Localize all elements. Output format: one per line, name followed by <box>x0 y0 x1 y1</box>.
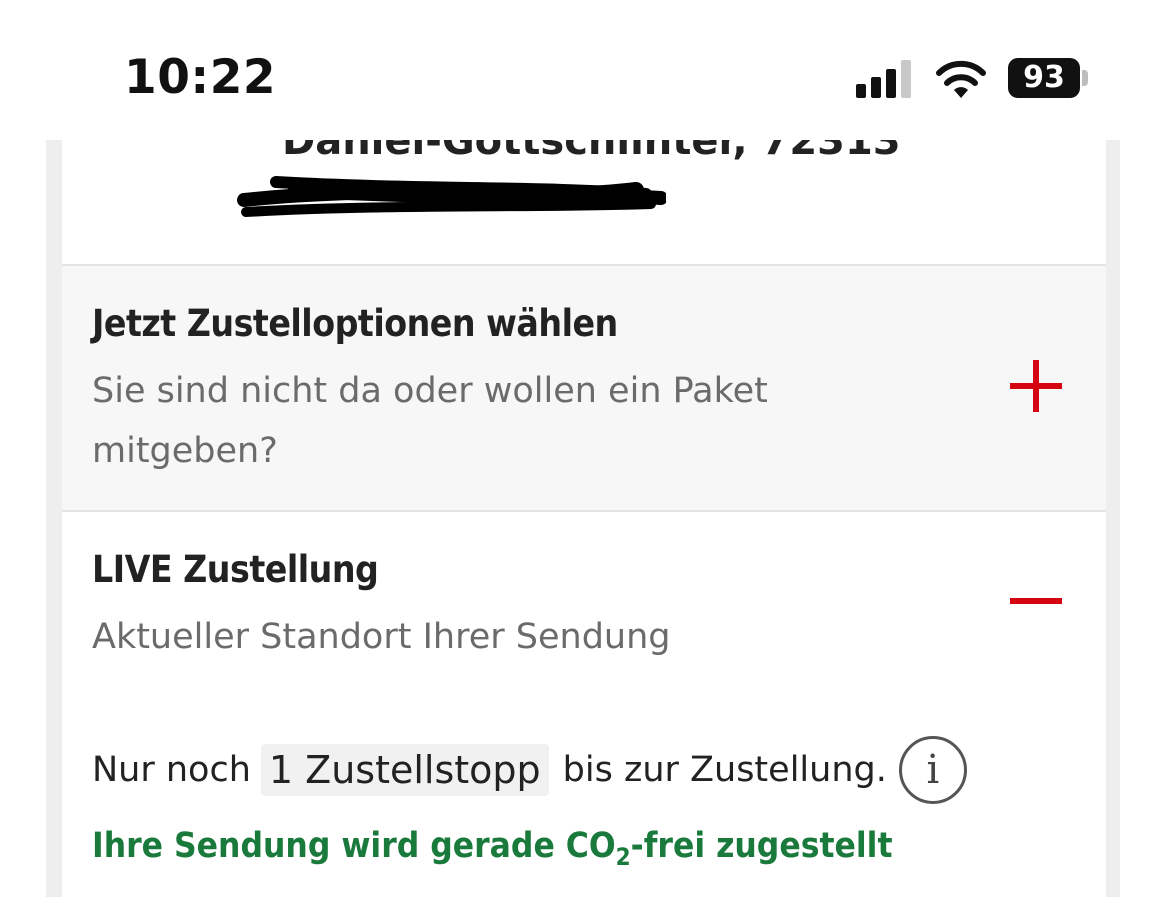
stops-prefix: Nur noch <box>92 750 251 790</box>
live-delivery-subtitle: Aktueller Standort Ihrer Sendung <box>92 617 671 657</box>
co2-prefix: Ihre Sendung wird gerade CO <box>92 826 616 866</box>
delivery-options-subtitle-line1: Sie sind nicht da oder wollen ein Paket <box>92 371 768 411</box>
delivery-options-subtitle-line2: mitgeben? <box>92 431 278 471</box>
delivery-options-title: Jetzt Zustelloptionen wählen <box>92 302 618 345</box>
delivery-options-section[interactable]: Jetzt Zustelloptionen wählen Sie sind ni… <box>62 266 1106 510</box>
info-icon[interactable]: i <box>898 736 967 804</box>
plus-icon[interactable] <box>1010 360 1062 412</box>
live-delivery-title: LIVE Zustellung <box>92 548 379 591</box>
status-bar: 10:22 93 <box>0 0 1169 140</box>
co2-free-delivery-note: Ihre Sendung wird gerade CO2-frei zugest… <box>92 826 893 871</box>
co2-subscript: 2 <box>615 843 631 871</box>
stops-suffix: bis zur Zustellung. <box>562 750 887 790</box>
recipient-address: Daniel-Gottschlinter, 72313 <box>62 140 1106 264</box>
minus-icon[interactable] <box>1010 598 1062 604</box>
status-time: 10:22 <box>124 50 277 105</box>
battery-nub <box>1082 70 1088 86</box>
wifi-icon <box>936 60 986 98</box>
redaction-scribble <box>237 176 666 217</box>
stops-count-badge: 1 Zustellstopp <box>260 744 549 796</box>
live-delivery-section[interactable]: LIVE Zustellung Aktueller Standort Ihrer… <box>62 512 1106 897</box>
cellular-signal-icon <box>856 60 912 98</box>
battery-icon: 93 <box>1008 58 1080 98</box>
remaining-stops-info: Nur noch 1 Zustellstopp bis zur Zustellu… <box>92 736 967 804</box>
co2-suffix: -frei zugestellt <box>630 826 893 866</box>
